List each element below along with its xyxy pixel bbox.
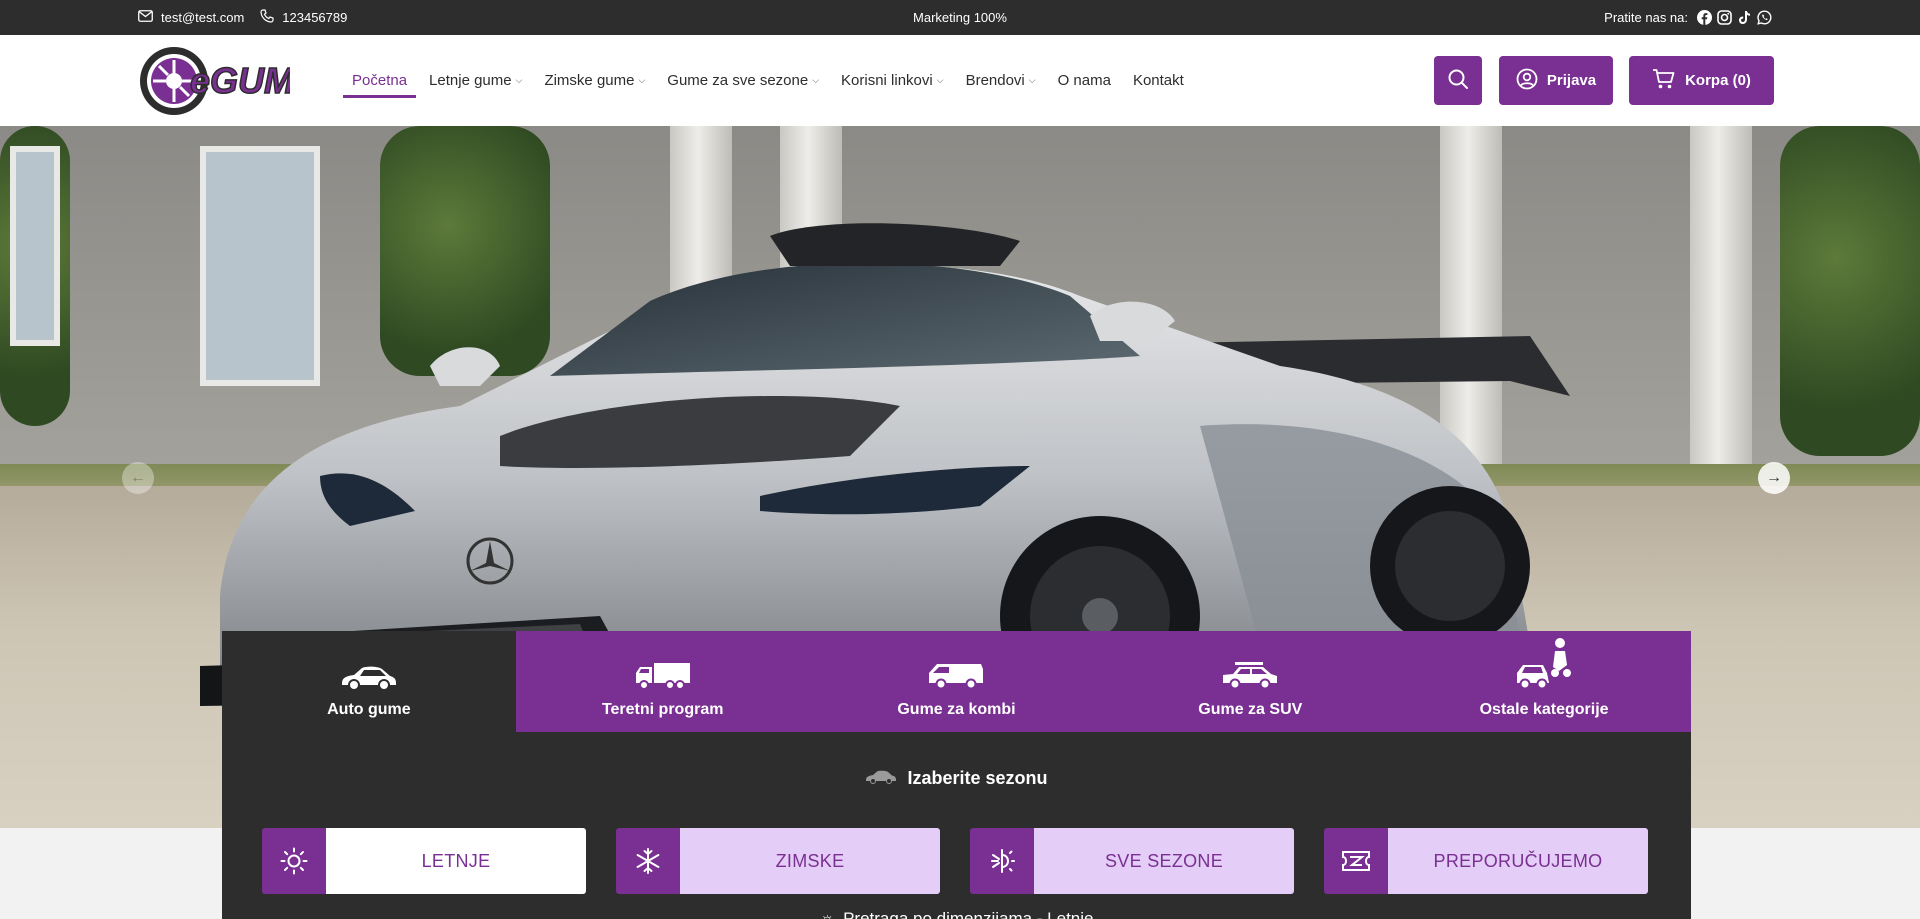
tab-label: Gume za kombi xyxy=(897,701,1016,718)
season-options: LETNJE ZIMSKE SVE SEZONE PREPORUČUJEMO xyxy=(262,828,1648,894)
truck-icon xyxy=(634,661,692,691)
window-1 xyxy=(10,146,60,346)
nav-label: Korisni linkovi xyxy=(841,72,933,89)
car-icon xyxy=(340,665,398,691)
subtitle-text: Pretraga po dimenzijama - Letnje xyxy=(843,909,1094,919)
nav-item-pocetna[interactable]: Početna xyxy=(343,35,417,126)
login-label: Prijava xyxy=(1546,72,1597,89)
arrow-right-icon: → xyxy=(1766,469,1782,486)
season-label: PREPORUČUJEMO xyxy=(1388,828,1648,894)
instagram-icon[interactable] xyxy=(1717,10,1732,25)
social-links: Pratite nas na: xyxy=(1604,0,1772,35)
whatsapp-icon[interactable] xyxy=(1757,10,1772,25)
nav-item-gume-za-sve-sezone[interactable]: Gume za sve sezone ⌵ xyxy=(658,35,828,126)
ticket-icon xyxy=(1324,828,1388,894)
all-season-icon xyxy=(970,828,1034,894)
season-preporucujemo-button[interactable]: PREPORUČUJEMO xyxy=(1324,828,1648,894)
nav-label: Gume za sve sezone xyxy=(667,72,809,89)
nav-label: O nama xyxy=(1057,72,1111,89)
season-title: Izaberite sezonu xyxy=(222,768,1691,789)
logo-text: eGUME xyxy=(190,60,290,101)
season-sve-sezone-button[interactable]: SVE SEZONE xyxy=(970,828,1294,894)
chevron-down-icon: ⌵ xyxy=(515,75,523,85)
nav-item-brendovi[interactable]: Brendovi ⌵ xyxy=(957,35,1045,126)
van-icon xyxy=(927,661,985,691)
nav-label: Brendovi xyxy=(965,72,1025,89)
column-4 xyxy=(1690,126,1752,506)
follow-label: Pratite nas na: xyxy=(1604,10,1688,25)
tab-label: Auto gume xyxy=(327,701,411,718)
tab-ostale-kategorije[interactable]: Ostale kategorije xyxy=(1397,631,1691,732)
login-button[interactable]: Prijava xyxy=(1499,56,1613,105)
cart-label: Korpa (0) xyxy=(1685,72,1751,89)
nav-label: Početna xyxy=(352,72,408,89)
tab-auto-gume[interactable]: Auto gume xyxy=(222,631,516,732)
site-logo[interactable]: eGUME xyxy=(138,43,320,119)
tire-search-widget: Auto gume Teretni program Gume za kombi … xyxy=(222,631,1691,919)
sun-icon: ☼ xyxy=(819,909,836,919)
season-label: SVE SEZONE xyxy=(1034,828,1294,894)
nav-label: Letnje gume xyxy=(429,72,512,89)
cart-icon xyxy=(1652,68,1676,94)
vehicle-tabs: Auto gume Teretni program Gume za kombi … xyxy=(222,631,1691,732)
user-icon xyxy=(1516,68,1538,94)
tiktok-icon[interactable] xyxy=(1737,10,1752,25)
season-zimske-button[interactable]: ZIMSKE xyxy=(616,828,940,894)
chevron-down-icon: ⌵ xyxy=(1028,75,1036,85)
season-label: LETNJE xyxy=(326,828,586,894)
tab-label: Teretni program xyxy=(601,701,724,718)
nav-item-kontakt[interactable]: Kontakt xyxy=(1124,35,1193,126)
tab-label: Ostale kategorije xyxy=(1479,701,1609,718)
snowflake-icon xyxy=(616,828,680,894)
main-header: eGUME Početna Letnje gume⌵ Zimske gume⌵ … xyxy=(0,35,1920,126)
season-letnje-button[interactable]: LETNJE xyxy=(262,828,586,894)
other-vehicles-icon xyxy=(1515,637,1573,691)
nav-item-zimske-gume[interactable]: Zimske gume ⌵ xyxy=(535,35,654,126)
chevron-down-icon: ⌵ xyxy=(638,75,646,85)
arrow-left-icon: ← xyxy=(130,469,146,486)
nav-label: Zimske gume xyxy=(544,72,635,89)
car-icon xyxy=(865,768,897,789)
nav-item-letnje-gume[interactable]: Letnje gume ⌵ xyxy=(420,35,531,126)
dimension-search-subtitle: ☼ Pretraga po dimenzijama - Letnje xyxy=(222,909,1691,919)
sun-icon xyxy=(262,828,326,894)
top-bar: test@test.com 123456789 Marketing 100% P… xyxy=(0,0,1920,35)
season-label: ZIMSKE xyxy=(680,828,940,894)
tab-teretni-program[interactable]: Teretni program xyxy=(515,631,810,732)
season-title-text: Izaberite sezonu xyxy=(907,768,1048,788)
tab-label: Gume za SUV xyxy=(1198,701,1303,718)
chevron-down-icon: ⌵ xyxy=(812,75,820,85)
nav-label: Kontakt xyxy=(1132,72,1184,89)
facebook-icon[interactable] xyxy=(1697,10,1712,25)
hedge-right xyxy=(1780,126,1920,456)
search-button[interactable] xyxy=(1434,56,1482,105)
search-icon xyxy=(1447,68,1469,94)
main-nav: Početna Letnje gume ⌵ Zimske gume ⌵ Gume z… xyxy=(343,35,1193,126)
nav-item-korisni-linkovi[interactable]: Korisni linkovi ⌵ xyxy=(832,35,953,126)
tab-gume-za-suv[interactable]: Gume za SUV xyxy=(1103,631,1398,732)
chevron-down-icon: ⌵ xyxy=(936,75,944,85)
cart-button[interactable]: Korpa (0) xyxy=(1629,56,1774,105)
nav-item-o-nama[interactable]: O nama xyxy=(1049,35,1120,126)
tab-gume-za-kombi[interactable]: Gume za kombi xyxy=(809,631,1104,732)
slider-next-button[interactable]: → xyxy=(1758,462,1790,494)
slider-prev-button[interactable]: ← xyxy=(122,462,154,494)
suv-icon xyxy=(1221,661,1279,691)
